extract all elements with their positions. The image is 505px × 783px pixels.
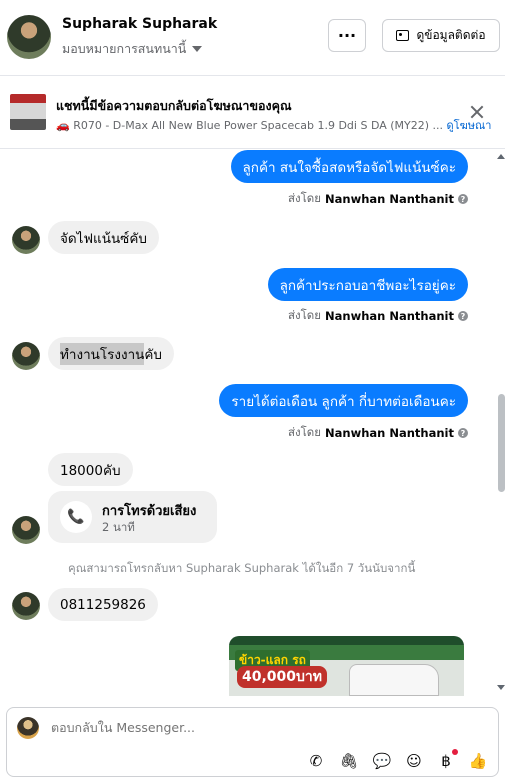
more-options-button[interactable]: ··· bbox=[328, 19, 366, 52]
sent-by-name: Nanwhan Nanthanit bbox=[325, 426, 454, 440]
message-outgoing[interactable]: รายได้ต่อเดือน ลูกค้า กี่บาทต่อเดือนคะ bbox=[219, 384, 468, 417]
assign-conversation-dropdown[interactable]: มอบหมายการสนทนานี้ bbox=[62, 39, 203, 59]
page-avatar bbox=[17, 717, 39, 739]
truck-image bbox=[349, 664, 439, 696]
call-duration: 2 นาที bbox=[102, 520, 135, 534]
sent-by-name: Nanwhan Nanthanit bbox=[325, 309, 454, 323]
sent-by-label: ส่งโดย Nanwhan Nanthanit ? bbox=[288, 307, 468, 325]
ad-product-name: 🚗 R070 - D-Max All New Blue Power Spacec… bbox=[56, 119, 444, 132]
scroll-up-arrow[interactable] bbox=[497, 154, 505, 159]
attachment-icon[interactable]: 🖇 bbox=[339, 752, 358, 770]
ad-price-text: 40,000บาท bbox=[237, 666, 328, 688]
chevron-down-icon bbox=[192, 46, 203, 52]
like-icon[interactable]: 👍 bbox=[469, 752, 488, 770]
contact-avatar-small bbox=[12, 592, 40, 620]
sent-by-label: ส่งโดย Nanwhan Nanthanit ? bbox=[288, 424, 468, 442]
view-ad-link[interactable]: ดูโฆษณา bbox=[447, 119, 492, 132]
phone-icon[interactable]: ✆ bbox=[307, 752, 325, 770]
contact-avatar-small bbox=[12, 342, 40, 370]
close-icon[interactable] bbox=[470, 105, 484, 119]
ad-thumbnail[interactable] bbox=[10, 94, 46, 130]
sent-by-prefix: ส่งโดย bbox=[287, 425, 322, 439]
sent-by-name: Nanwhan Nanthanit bbox=[325, 192, 454, 206]
message-incoming[interactable]: จัดไฟแน้นซ์คับ bbox=[48, 221, 159, 254]
contact-card-icon bbox=[396, 30, 410, 41]
contact-avatar[interactable] bbox=[7, 15, 51, 59]
callback-notice: คุณสามารถโทรกลับหา Supharak Supharak ได้… bbox=[68, 561, 416, 575]
ad-banner-subtitle: 🚗 R070 - D-Max All New Blue Power Spacec… bbox=[56, 116, 491, 134]
emoji-icon[interactable]: ☺ bbox=[405, 752, 423, 770]
notification-dot bbox=[452, 749, 458, 755]
reply-composer: ✆ 🖇 💬 ☺ ฿ 👍 bbox=[6, 707, 499, 777]
assign-label: มอบหมายการสนทนานี้ bbox=[62, 41, 187, 56]
scroll-down-arrow[interactable] bbox=[497, 685, 505, 690]
conversation-header: Supharak Supharak มอบหมายการสนทนานี้ ···… bbox=[0, 0, 505, 76]
message-incoming[interactable]: 0811259826 bbox=[48, 588, 158, 621]
info-icon[interactable]: ? bbox=[458, 428, 468, 438]
payment-icon[interactable]: ฿ bbox=[437, 752, 455, 770]
message-text: คับ bbox=[144, 346, 162, 363]
reply-input[interactable] bbox=[51, 720, 471, 735]
contact-avatar-small bbox=[12, 516, 40, 544]
view-contact-label: ดูข้อมูลติดต่อ bbox=[416, 28, 486, 42]
missed-call-icon: 📞 bbox=[60, 501, 92, 533]
scrollbar-thumb[interactable] bbox=[498, 394, 505, 492]
sent-by-prefix: ส่งโดย bbox=[287, 191, 322, 205]
call-title: การโทรด้วยเสียง bbox=[102, 504, 197, 519]
selected-text: ทำงานโรงงาน bbox=[60, 342, 145, 365]
info-icon[interactable]: ? bbox=[458, 311, 468, 321]
message-incoming[interactable]: 18000คับ bbox=[48, 453, 133, 486]
message-outgoing[interactable]: ลูกค้าประกอบอาชีพอะไรอยู่คะ bbox=[267, 268, 468, 301]
sent-by-label: ส่งโดย Nanwhan Nanthanit ? bbox=[288, 190, 468, 208]
message-incoming[interactable]: ทำงานโรงงาน คับ bbox=[48, 337, 174, 370]
saved-reply-icon[interactable]: 💬 bbox=[373, 752, 392, 770]
sent-by-prefix: ส่งโดย bbox=[287, 308, 322, 322]
contact-name[interactable]: Supharak Supharak bbox=[62, 16, 217, 32]
view-contact-button[interactable]: ดูข้อมูลติดต่อ bbox=[382, 19, 500, 52]
contact-avatar-small bbox=[12, 226, 40, 254]
ad-reply-banner: แชทนี้มีข้อความตอบกลับต่อโฆษณาของคุณ 🚗 R… bbox=[0, 77, 505, 149]
shared-ad-image[interactable]: ข้าว-แลก รถ 40,000บาท bbox=[229, 636, 464, 696]
info-icon[interactable]: ? bbox=[458, 194, 468, 204]
ad-banner-title: แชทนี้มีข้อความตอบกลับต่อโฆษณาของคุณ bbox=[56, 98, 292, 113]
voice-call-card[interactable]: 📞 การโทรด้วยเสียง 2 นาที bbox=[48, 491, 217, 543]
message-outgoing[interactable]: ลูกค้า สนใจซื้อสดหรือจัดไฟแน้นซ์คะ bbox=[230, 150, 468, 183]
